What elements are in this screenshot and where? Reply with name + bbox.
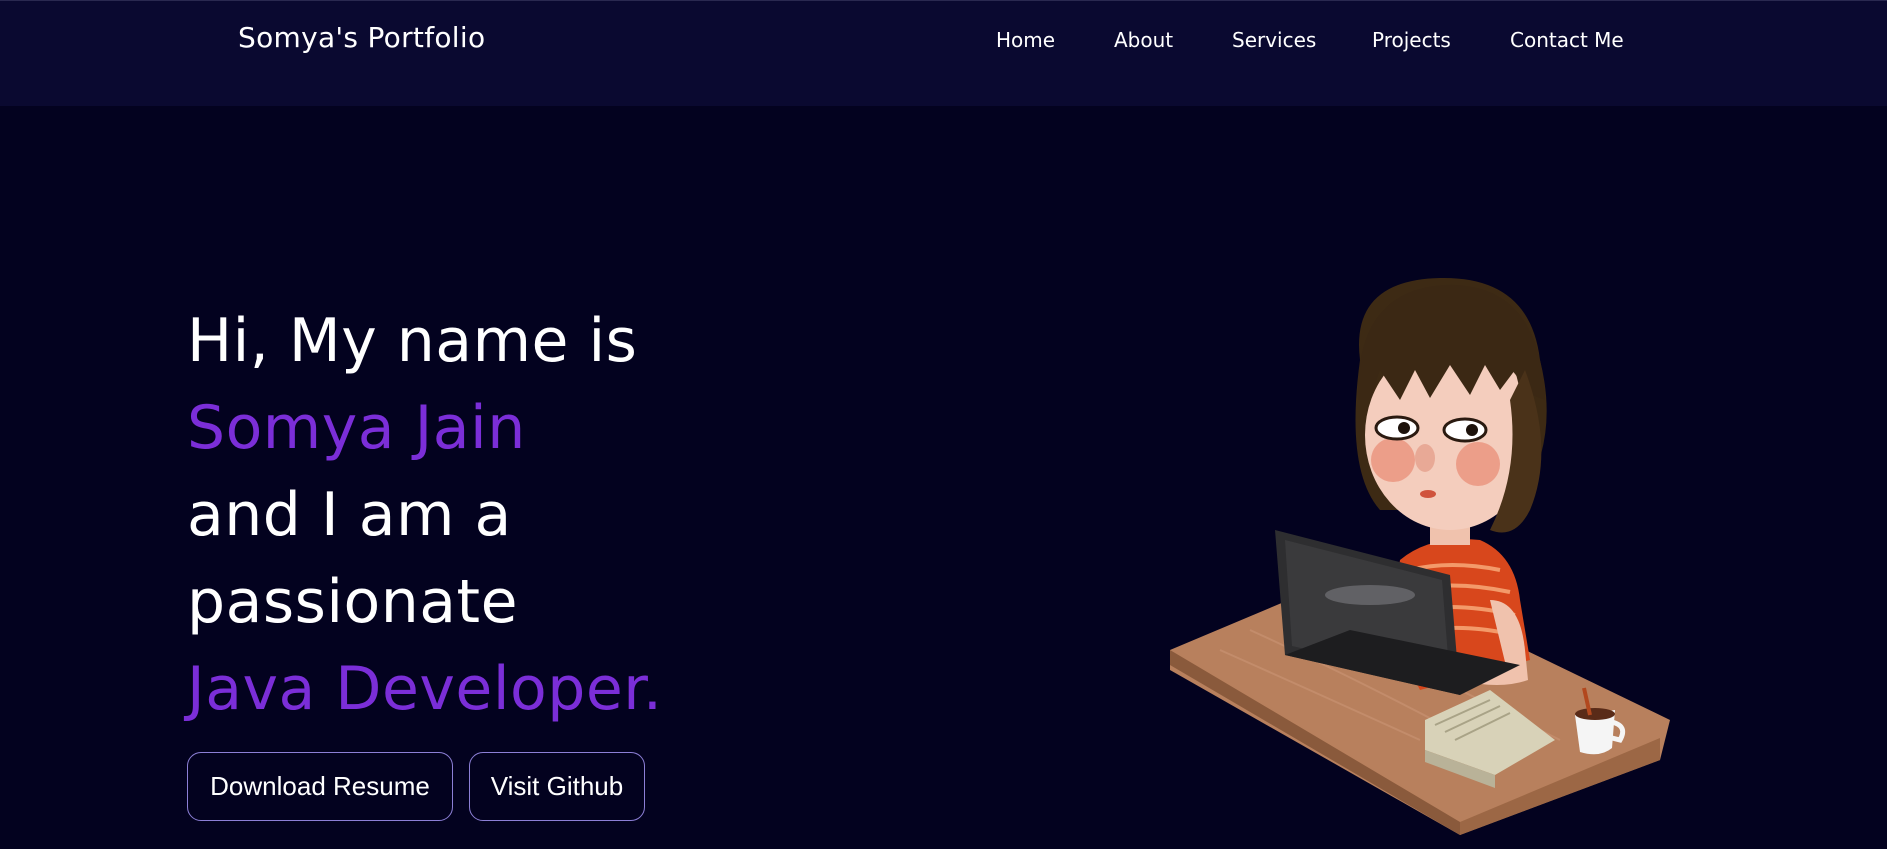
hero-intro: Hi, My name is Somya Jain and I am a pas… bbox=[187, 298, 887, 733]
left-eye bbox=[1374, 415, 1420, 441]
girl-at-laptop-illustration bbox=[1170, 277, 1670, 835]
hero-role: Java Developer. bbox=[187, 654, 663, 724]
nav-link-home[interactable]: Home bbox=[996, 28, 1055, 52]
nav-link-contact[interactable]: Contact Me bbox=[1510, 28, 1624, 52]
nav-link-about[interactable]: About bbox=[1114, 28, 1173, 52]
navbar: Somya's Portfolio Home About Services Pr… bbox=[0, 0, 1887, 106]
hero-line-and: and I am a bbox=[187, 480, 512, 550]
nav-link-projects[interactable]: Projects bbox=[1372, 28, 1451, 52]
hero-greeting: Hi, My name is bbox=[187, 306, 638, 376]
hero-line-passionate: passionate bbox=[187, 567, 518, 637]
download-resume-button[interactable]: Download Resume bbox=[187, 752, 453, 821]
hero-name: Somya Jain bbox=[187, 393, 526, 463]
right-eye bbox=[1442, 417, 1488, 443]
visit-github-button[interactable]: Visit Github bbox=[469, 752, 645, 821]
nav-links: Home About Services Projects Contact Me bbox=[0, 28, 1887, 58]
nav-link-services[interactable]: Services bbox=[1232, 28, 1316, 52]
